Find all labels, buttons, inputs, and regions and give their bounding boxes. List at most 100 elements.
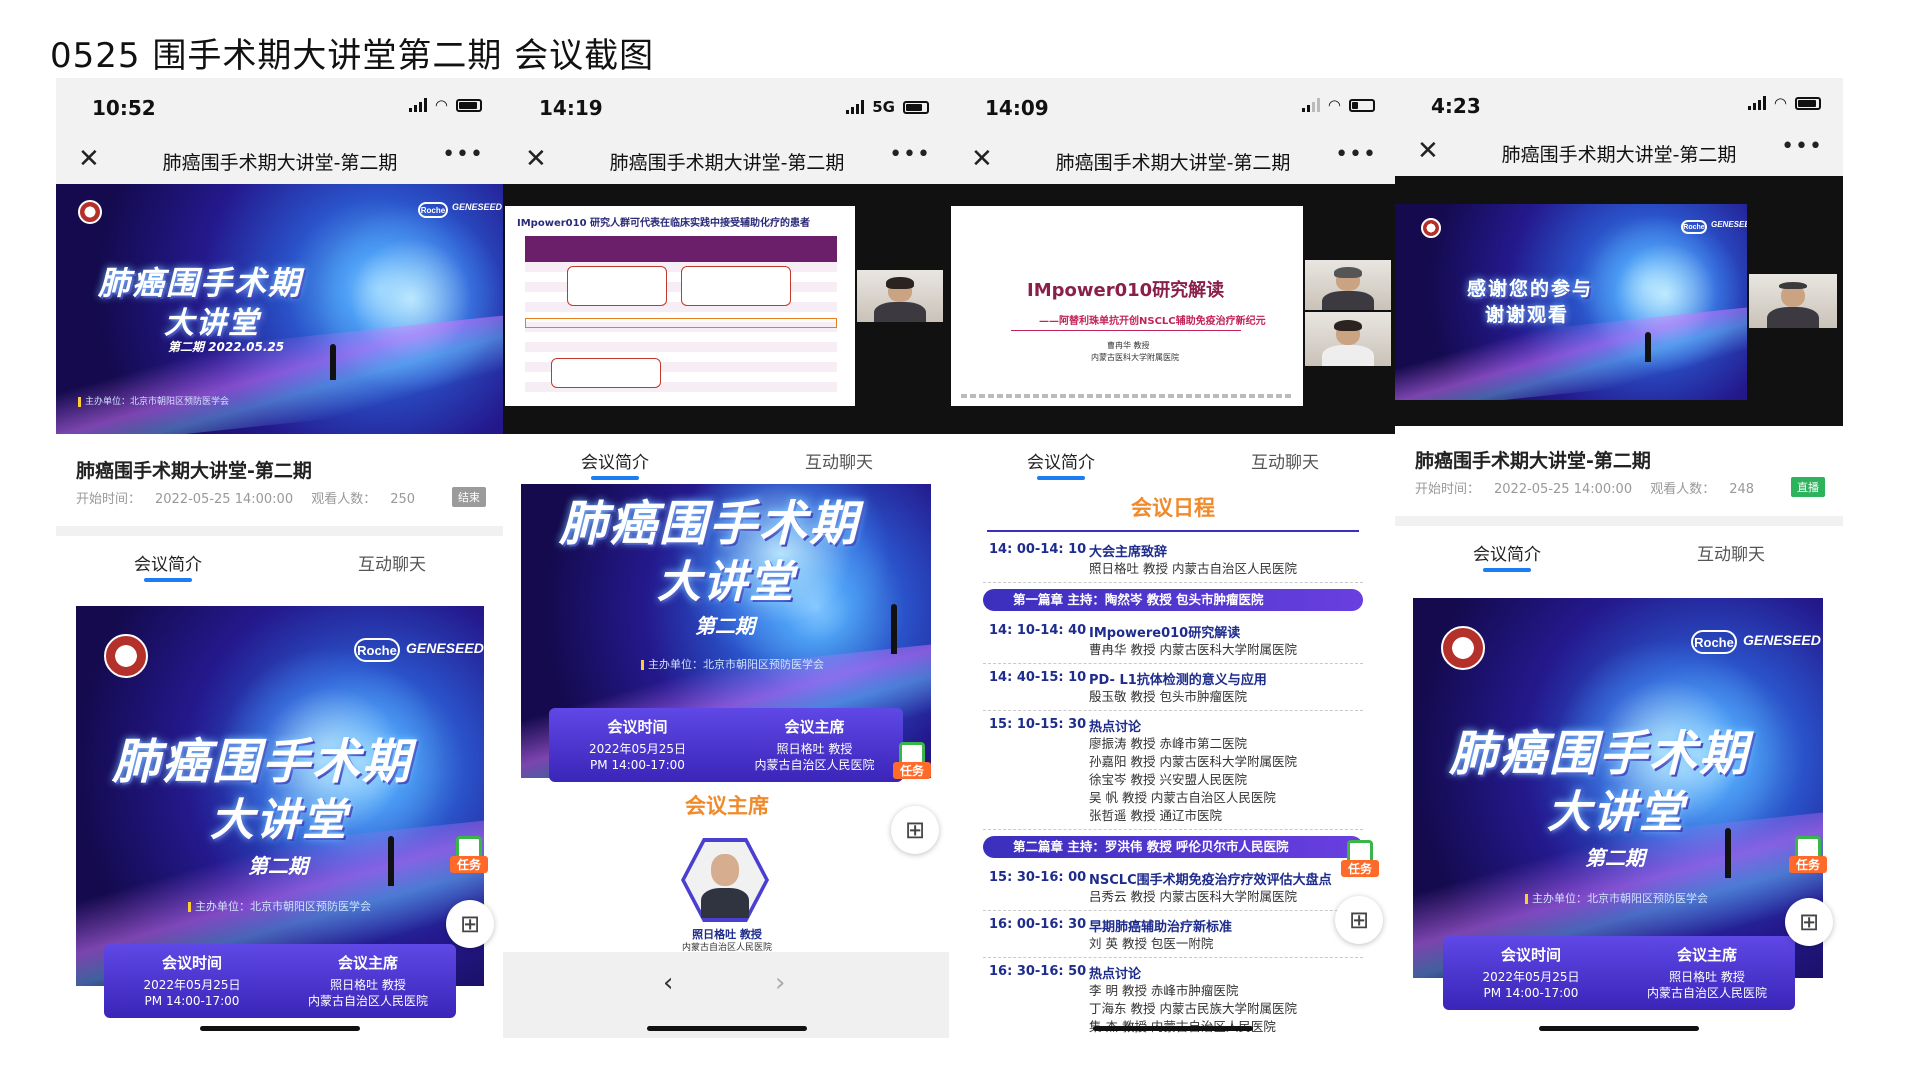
task-float-button[interactable]: 任务 [450, 836, 488, 880]
phone-screenshot-3: 14:09 ◠ ✕ 肺癌围手术期大讲堂-第二期 ••• IMpower010研究… [949, 78, 1397, 1038]
nav-bar: ✕ 肺癌围手术期大讲堂-第二期 ••• [56, 134, 504, 184]
schedule-time: 16: 30-16: 50 [989, 964, 1087, 979]
video-player[interactable]: Roche GENESEED 肺癌围手术期 大讲堂 第二期 2022.05.25… [56, 184, 504, 434]
tab-intro[interactable]: 会议简介 [503, 434, 727, 484]
schedule-speaker: 孙嘉阳 教授 内蒙古医科大学附属医院 [1089, 754, 1297, 769]
schedule-speaker: 吕秀云 教授 内蒙古医科大学附属医院 [1089, 889, 1297, 904]
schedule-time: 14: 10-14: 40 [989, 623, 1087, 638]
schedule-topic: NSCLC围手术期免疫治疗疗效评估大盘点 [1089, 873, 1332, 888]
schedule-speaker: 徐宝岑 教授 兴安盟人民医院 [1089, 772, 1247, 787]
tab-intro[interactable]: 会议简介 [949, 434, 1173, 484]
status-bar: 14:19 5G [503, 78, 951, 134]
more-icon[interactable]: ••• [889, 142, 931, 167]
battery-icon [1349, 98, 1375, 112]
home-indicator [1539, 1026, 1699, 1031]
schedule-topic: 热点讨论 [1089, 720, 1142, 735]
tab-intro[interactable]: 会议简介 [56, 536, 280, 586]
poster-title-1: 肺癌围手术期 [1449, 726, 1750, 782]
more-icon[interactable]: ••• [1335, 142, 1377, 167]
presentation-slide: IMpower010 研究人群可代表在临床实践中接受辅助化疗的患者 [505, 206, 855, 406]
society-seal [78, 200, 102, 224]
schedule-row: 14: 00-14: 10 大会主席致辞 照日格吐 教授 内蒙古自治区人民医院 [983, 536, 1363, 583]
tab-chat[interactable]: 互动聊天 [1619, 526, 1843, 576]
roche-logo: Roche [1681, 220, 1707, 234]
slide-speaker: 曹冉华 教授 [1107, 341, 1150, 350]
speaker-camera [857, 270, 943, 322]
more-icon[interactable]: ••• [442, 142, 484, 167]
poster-title-1: 肺癌围手术期 [559, 496, 860, 552]
schedule-time: 15: 10-15: 30 [989, 717, 1087, 732]
intro-poster: Roche GENESEED 肺癌围手术期 大讲堂 第二期 主办单位：北京市朝阳… [76, 606, 484, 986]
schedule-row: 14: 40-15: 10 PD- L1抗体检测的意义与应用 殷玉敬 教授 包头市肿… [983, 664, 1363, 711]
poster-issue: 第二期 [1585, 846, 1645, 870]
status-bar: 10:52 ◠ [56, 78, 504, 134]
battery-icon [903, 100, 929, 114]
intro-poster: Roche GENESEED 肺癌围手术期 大讲堂 第二期 主办单位：北京市朝阳… [1413, 598, 1823, 978]
task-float-button[interactable]: 任务 [893, 742, 931, 786]
status-time: 10:52 [92, 96, 156, 120]
slide-heading: IMpower010 研究人群可代表在临床实践中接受辅助化疗的患者 [517, 218, 811, 229]
more-icon[interactable]: ••• [1781, 134, 1823, 159]
schedule-time: 14: 00-14: 10 [989, 542, 1087, 557]
roche-logo: Roche [1691, 630, 1737, 654]
nav-title: 肺癌围手术期大讲堂-第二期 [609, 152, 845, 174]
roche-logo: Roche [354, 638, 400, 662]
roche-logo: Roche [418, 202, 448, 218]
schedule-heading: 会议日程 [1131, 496, 1215, 520]
speaker-camera [1305, 260, 1391, 310]
geneseed-logo: GENESEED [1743, 632, 1821, 648]
home-indicator [200, 1026, 360, 1031]
society-seal [104, 634, 148, 678]
nav-title: 肺癌围手术期大讲堂-第二期 [1055, 152, 1291, 174]
schedule-speaker: 廖振涛 教授 赤峰市第二医院 [1089, 736, 1247, 751]
grid-float-button[interactable]: ⊞ [891, 806, 939, 854]
video-poster: Roche GENESEED 肺癌围手术期 大讲堂 第二期 2022.05.25… [56, 184, 504, 434]
signal-icon [408, 98, 427, 112]
signal-icon [1301, 98, 1320, 112]
wifi-icon: ◠ [1327, 96, 1341, 114]
chair-avatar [681, 838, 769, 922]
status-badge: 直播 [1791, 477, 1825, 497]
poster-title-1: 肺癌围手术期 [112, 734, 413, 790]
meeting-title: 肺癌围手术期大讲堂-第二期 [1415, 450, 1651, 472]
chevron-right-icon[interactable]: › [775, 968, 785, 998]
phone-screenshot-1: 10:52 ◠ ✕ 肺癌围手术期大讲堂-第二期 ••• Roche GENESE… [56, 78, 504, 1038]
video-player[interactable]: IMpower010研究解读 ——阿替利珠单抗开创NSCLC辅助免疫治疗新纪元 … [949, 184, 1397, 434]
video-thanks-1: 感谢您的参与 [1467, 278, 1594, 300]
nav-bar: ✕ 肺癌围手术期大讲堂-第二期 ••• [1395, 126, 1843, 176]
tab-bar: 会议简介 互动聊天 [949, 434, 1397, 484]
grid-float-button[interactable]: ⊞ [1785, 898, 1833, 946]
grid-icon: ⊞ [1798, 908, 1820, 936]
wifi-icon: ◠ [434, 96, 448, 114]
speaker-camera [1305, 312, 1391, 366]
task-float-button[interactable]: 任务 [1789, 836, 1827, 880]
video-player[interactable]: IMpower010 研究人群可代表在临床实践中接受辅助化疗的患者 [503, 184, 951, 434]
poster-issue: 第二期 [695, 614, 755, 638]
society-seal [1421, 218, 1441, 238]
poster-title-2: 大讲堂 [657, 557, 795, 608]
schedule-row: 14: 10-14: 40 IMpowere010研究解读 曹冉华 教授 内蒙古医科… [983, 617, 1363, 664]
schedule-time: 16: 00-16: 30 [989, 917, 1087, 932]
task-float-button[interactable]: 任务 [1341, 840, 1379, 884]
speaker-camera [1749, 274, 1837, 328]
poster-title-2: 大讲堂 [164, 306, 260, 341]
poster-host: 主办单位：北京市朝阳区预防医学会 [188, 898, 371, 914]
nav-bar: ✕ 肺癌围手术期大讲堂-第二期 ••• [503, 134, 951, 184]
schedule-topic: 早期肺癌辅助治疗新标准 [1089, 920, 1233, 935]
schedule-speaker: 吴 帆 教授 内蒙古自治区人民医院 [1089, 790, 1276, 805]
schedule-row: 16: 00-16: 30 早期肺癌辅助治疗新标准刘 英 教授 包医一附院 [983, 911, 1363, 958]
tab-intro[interactable]: 会议简介 [1395, 526, 1619, 576]
tab-chat[interactable]: 互动聊天 [280, 536, 504, 586]
grid-float-button[interactable]: ⊞ [1335, 896, 1383, 944]
chevron-left-icon[interactable]: ‹ [663, 968, 673, 998]
tab-chat[interactable]: 互动聊天 [727, 434, 951, 484]
presentation-slide: IMpower010研究解读 ——阿替利珠单抗开创NSCLC辅助免疫治疗新纪元 … [951, 206, 1303, 406]
geneseed-logo: GENESEED [406, 640, 484, 656]
schedule-speaker: 曹冉华 教授 内蒙古医科大学附属医院 [1089, 642, 1297, 657]
grid-float-button[interactable]: ⊞ [446, 900, 494, 948]
tab-chat[interactable]: 互动聊天 [1173, 434, 1397, 484]
schedule-row: 15: 10-15: 30 热点讨论 廖振涛 教授 赤峰市第二医院孙嘉阳 教授 内蒙… [983, 711, 1363, 830]
schedule-speaker: 殷玉敬 教授 包头市肿瘤医院 [1089, 689, 1247, 704]
video-player[interactable]: Roche GENESEED 感谢您的参与 谢谢观看 [1395, 176, 1843, 426]
poster-title-2: 大讲堂 [210, 795, 348, 846]
